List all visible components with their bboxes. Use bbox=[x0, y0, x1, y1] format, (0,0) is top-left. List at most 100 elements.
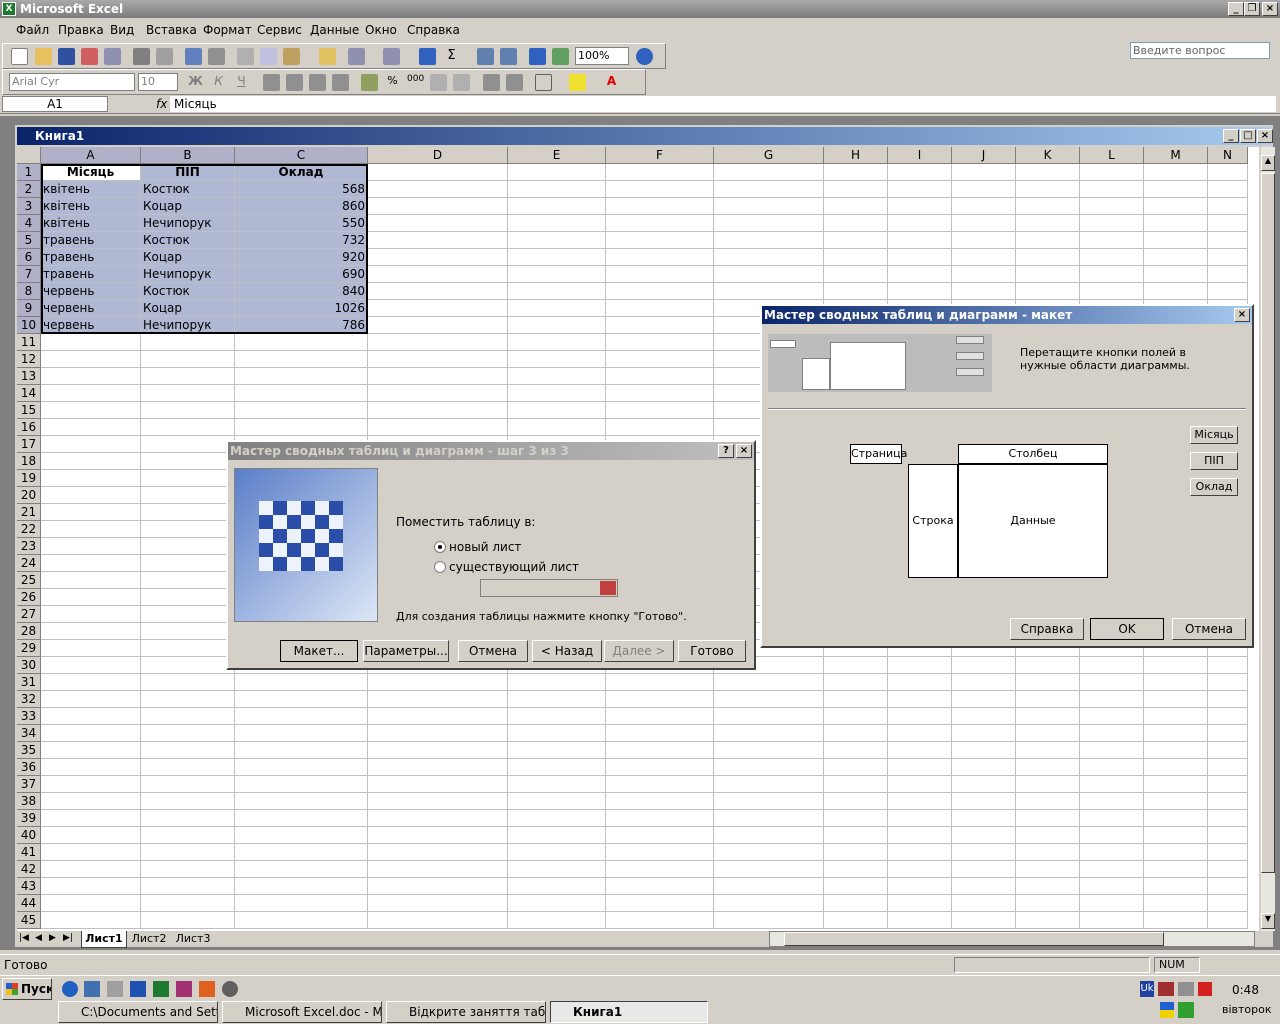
cell[interactable] bbox=[606, 674, 714, 691]
cell[interactable] bbox=[952, 844, 1016, 861]
cell[interactable] bbox=[141, 895, 235, 912]
cell[interactable] bbox=[888, 725, 952, 742]
help-icon[interactable] bbox=[636, 48, 653, 65]
cell[interactable] bbox=[41, 606, 141, 623]
cell[interactable] bbox=[508, 249, 606, 266]
cell[interactable] bbox=[1208, 657, 1248, 674]
cell[interactable] bbox=[1208, 895, 1248, 912]
cell[interactable] bbox=[888, 861, 952, 878]
radio-existing-sheet-label[interactable]: существующий лист bbox=[449, 560, 579, 574]
permission-icon[interactable] bbox=[81, 48, 98, 65]
cell[interactable] bbox=[1080, 861, 1144, 878]
cell[interactable]: червень bbox=[41, 300, 141, 317]
next-button[interactable]: Далее > bbox=[604, 640, 674, 662]
cell[interactable] bbox=[368, 691, 508, 708]
cell[interactable] bbox=[606, 878, 714, 895]
row-header[interactable]: 9 bbox=[17, 300, 41, 317]
cell[interactable] bbox=[1208, 844, 1248, 861]
cell[interactable] bbox=[235, 878, 368, 895]
cell[interactable] bbox=[235, 691, 368, 708]
desktop-icon[interactable] bbox=[84, 981, 100, 997]
cell[interactable] bbox=[888, 249, 952, 266]
row-header[interactable]: 42 bbox=[17, 861, 41, 878]
cell[interactable] bbox=[41, 861, 141, 878]
cell[interactable] bbox=[1208, 827, 1248, 844]
cell[interactable] bbox=[141, 538, 235, 555]
cell[interactable]: 840 bbox=[235, 283, 368, 300]
cell[interactable] bbox=[1080, 691, 1144, 708]
horizontal-scrollbar[interactable] bbox=[769, 931, 1255, 947]
horizontal-scroll-thumb[interactable] bbox=[784, 932, 1164, 946]
vertical-scroll-thumb[interactable] bbox=[1261, 173, 1275, 873]
header-cell[interactable]: ПІП bbox=[141, 164, 235, 181]
cell[interactable] bbox=[508, 895, 606, 912]
cell[interactable] bbox=[1016, 266, 1080, 283]
cell[interactable] bbox=[606, 725, 714, 742]
format-painter-icon[interactable] bbox=[319, 48, 336, 65]
cell[interactable] bbox=[952, 164, 1016, 181]
cell[interactable] bbox=[952, 810, 1016, 827]
cell[interactable] bbox=[41, 453, 141, 470]
volume-icon[interactable] bbox=[1178, 982, 1194, 996]
taskbar-item-lesson[interactable]: Відкрите заняття табл.... bbox=[386, 1001, 546, 1023]
chart-wizard-icon[interactable] bbox=[529, 48, 546, 65]
cell[interactable] bbox=[1144, 164, 1208, 181]
column-header-i[interactable]: I bbox=[888, 147, 952, 164]
cut-icon[interactable] bbox=[237, 48, 254, 65]
cell[interactable] bbox=[141, 810, 235, 827]
cell[interactable] bbox=[368, 402, 508, 419]
cell[interactable] bbox=[141, 572, 235, 589]
cell[interactable] bbox=[1144, 878, 1208, 895]
sheet-tab-3[interactable]: Лист3 bbox=[173, 931, 213, 948]
cell[interactable] bbox=[508, 232, 606, 249]
row-header[interactable]: 33 bbox=[17, 708, 41, 725]
wb-close-icon[interactable]: × bbox=[1257, 129, 1273, 143]
cell[interactable] bbox=[1016, 691, 1080, 708]
cell[interactable] bbox=[824, 691, 888, 708]
cell[interactable] bbox=[1144, 725, 1208, 742]
range-input[interactable] bbox=[480, 579, 618, 597]
cell[interactable] bbox=[235, 827, 368, 844]
cell[interactable] bbox=[888, 776, 952, 793]
row-header[interactable]: 7 bbox=[17, 266, 41, 283]
cell[interactable] bbox=[1080, 215, 1144, 232]
cell[interactable] bbox=[888, 878, 952, 895]
cell[interactable] bbox=[235, 351, 368, 368]
cell[interactable] bbox=[141, 470, 235, 487]
cell[interactable] bbox=[235, 861, 368, 878]
cell[interactable]: 732 bbox=[235, 232, 368, 249]
cell[interactable] bbox=[141, 504, 235, 521]
cell[interactable] bbox=[714, 283, 824, 300]
cell[interactable] bbox=[952, 776, 1016, 793]
open-icon[interactable] bbox=[35, 48, 52, 65]
new-icon[interactable] bbox=[11, 48, 28, 65]
cell[interactable]: 786 bbox=[235, 317, 368, 334]
row-header[interactable]: 35 bbox=[17, 742, 41, 759]
cell[interactable] bbox=[714, 827, 824, 844]
cell[interactable] bbox=[508, 317, 606, 334]
cell[interactable] bbox=[508, 674, 606, 691]
cell[interactable] bbox=[606, 300, 714, 317]
cell[interactable] bbox=[1144, 232, 1208, 249]
cell[interactable] bbox=[368, 334, 508, 351]
row-header[interactable]: 43 bbox=[17, 878, 41, 895]
cell[interactable] bbox=[141, 589, 235, 606]
cell[interactable] bbox=[141, 368, 235, 385]
cell[interactable] bbox=[1208, 181, 1248, 198]
print-preview-icon[interactable] bbox=[156, 48, 173, 65]
cell[interactable] bbox=[508, 759, 606, 776]
sort-desc-icon[interactable] bbox=[500, 48, 517, 65]
layout-close-icon[interactable]: × bbox=[1234, 308, 1250, 322]
cell[interactable] bbox=[1144, 776, 1208, 793]
cell[interactable] bbox=[824, 759, 888, 776]
cell[interactable] bbox=[41, 487, 141, 504]
cell[interactable] bbox=[1016, 232, 1080, 249]
cell[interactable] bbox=[141, 453, 235, 470]
cell[interactable] bbox=[888, 657, 952, 674]
cell[interactable] bbox=[1016, 708, 1080, 725]
restore-icon[interactable]: ❐ bbox=[1244, 2, 1260, 16]
row-header[interactable]: 21 bbox=[17, 504, 41, 521]
cell[interactable] bbox=[714, 249, 824, 266]
cell[interactable] bbox=[41, 725, 141, 742]
cell[interactable] bbox=[606, 844, 714, 861]
